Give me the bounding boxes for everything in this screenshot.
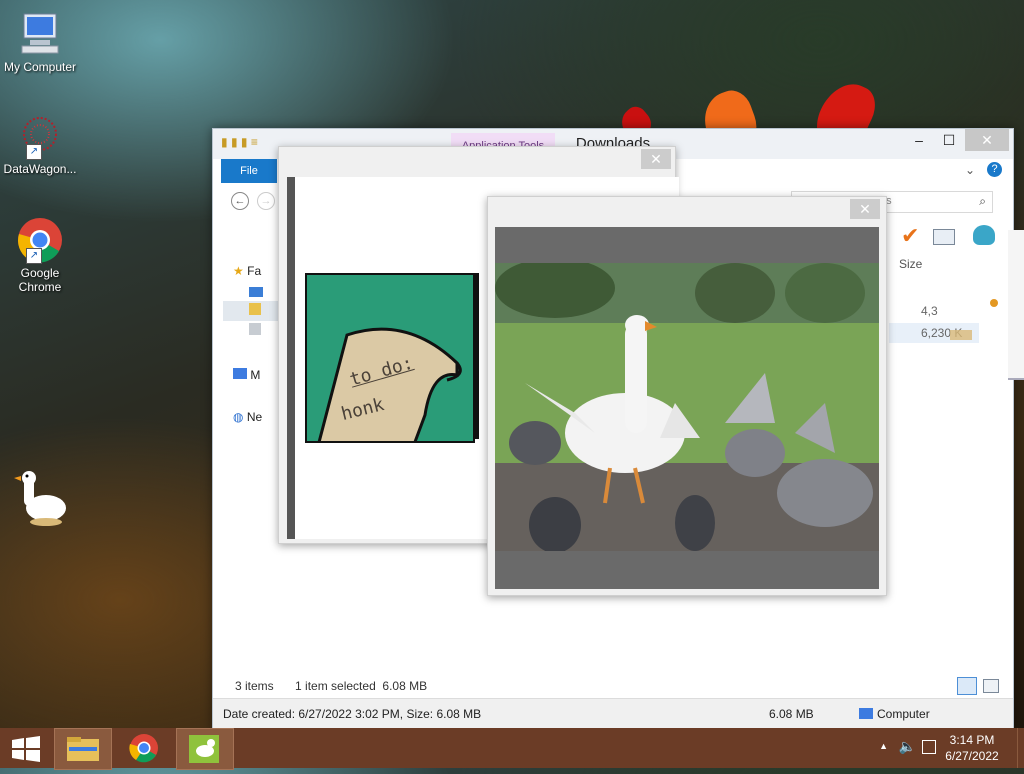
- back-icon[interactable]: ←: [231, 192, 249, 210]
- shortcut-arrow-icon: ↗: [26, 144, 42, 160]
- shortcut-arrow-icon: ↗: [26, 248, 42, 264]
- checkmark-icon[interactable]: ✔: [901, 223, 919, 249]
- clock-time: 3:14 PM: [949, 733, 995, 747]
- sidebar-item-label: Ne: [246, 410, 263, 424]
- desktop-icon-label: DataWagon...: [3, 162, 77, 176]
- status-selection: 1 item selected 6.08 MB: [295, 679, 428, 693]
- close-button[interactable]: ✕: [641, 149, 671, 169]
- datawagon-icon: ↗: [16, 112, 64, 160]
- file-explorer-icon: [67, 737, 99, 761]
- volume-muted-icon[interactable]: 🔈: [899, 738, 916, 755]
- close-button[interactable]: ✕: [850, 199, 880, 219]
- taskbar-goose-app[interactable]: [176, 728, 234, 770]
- sidebar-item-network[interactable]: ◍ Ne: [233, 407, 262, 427]
- details-date-created: Date created: 6/27/2022 3:02 PM, Size: 6…: [223, 707, 482, 721]
- chevron-down-icon[interactable]: ⌄: [965, 163, 975, 177]
- large-icons-view-icon[interactable]: [983, 679, 999, 693]
- start-icon: [12, 736, 40, 762]
- chrome-icon: ↗: [16, 216, 64, 264]
- photo-image: [495, 263, 879, 551]
- goose-sprite: [930, 292, 1010, 342]
- taskbar: ▲ 🔈 3:14 PM 6/27/2022: [0, 728, 1024, 770]
- todo-note-image: to do: honk: [305, 273, 475, 443]
- status-bar: 3 items 1 item selected 6.08 MB: [235, 679, 427, 693]
- computer-icon: [233, 368, 247, 379]
- taskbar-chrome[interactable]: [116, 728, 172, 768]
- shell-icon[interactable]: [973, 225, 995, 245]
- goose-app-icon: [189, 735, 219, 763]
- sidebar-item-label: Fa: [247, 264, 262, 278]
- desktop-folder-icon: [249, 287, 263, 297]
- photo-popup[interactable]: ✕: [487, 196, 887, 596]
- navigation-pane: ★ Fa M ◍ Ne: [213, 257, 295, 677]
- details-view-icon[interactable]: [957, 677, 977, 695]
- photo-frame: [495, 227, 879, 589]
- desktop-icon-chrome[interactable]: ↗ Google Chrome: [0, 216, 80, 294]
- clock[interactable]: 3:14 PM 6/27/2022: [942, 733, 1002, 763]
- status-item-count: 3 items: [235, 679, 274, 693]
- tab-file[interactable]: File: [221, 159, 277, 183]
- forward-icon[interactable]: →: [257, 192, 275, 210]
- close-button[interactable]: ✕: [965, 129, 1009, 151]
- details-pane: Date created: 6/27/2022 3:02 PM, Size: 6…: [213, 698, 1013, 729]
- background-window-edge: [1008, 230, 1024, 380]
- chrome-icon: [129, 734, 158, 763]
- show-hidden-icons-icon[interactable]: ▲: [879, 741, 888, 751]
- maximize-button[interactable]: ☐: [935, 129, 963, 151]
- sidebar-item-recent[interactable]: [249, 321, 261, 341]
- taskbar-file-explorer[interactable]: [54, 728, 112, 770]
- help-icon[interactable]: ?: [987, 162, 1002, 177]
- clock-date: 6/27/2022: [945, 749, 999, 763]
- sidebar-item-computer[interactable]: M: [233, 365, 260, 385]
- details-computer-icon: [859, 708, 873, 719]
- show-desktop-button[interactable]: [1017, 728, 1024, 768]
- computer-icon: [16, 10, 64, 58]
- window-icon[interactable]: [933, 229, 955, 245]
- sidebar-item-favorites[interactable]: ★ Fa: [233, 261, 261, 281]
- search-icon: ⌕: [979, 194, 986, 208]
- start-button[interactable]: [0, 728, 56, 768]
- desktop-icon-label: My Computer: [3, 60, 77, 74]
- network-icon[interactable]: [922, 740, 936, 754]
- recent-places-icon: [249, 323, 261, 335]
- network-icon: ◍: [233, 410, 244, 424]
- star-icon: ★: [233, 264, 244, 278]
- goose-and-pigeons-photo: [495, 263, 879, 551]
- desktop-goose[interactable]: [8, 466, 78, 539]
- sidebar-item-label: M: [250, 368, 261, 382]
- desktop-icon-my-computer[interactable]: My Computer: [0, 10, 80, 74]
- desktop-icon-datawagon[interactable]: ↗ DataWagon...: [0, 112, 80, 176]
- desktop-icon-label: Google Chrome: [18, 266, 62, 294]
- minimize-button[interactable]: –: [905, 129, 933, 151]
- column-header-size[interactable]: Size: [899, 257, 922, 271]
- second-note-edge: [473, 273, 479, 439]
- details-location: Computer: [877, 707, 930, 721]
- downloads-folder-icon: [249, 303, 261, 315]
- sidebar-item-desktop[interactable]: [249, 283, 263, 303]
- details-size: 6.08 MB: [769, 707, 814, 721]
- goose-icon: [14, 471, 66, 526]
